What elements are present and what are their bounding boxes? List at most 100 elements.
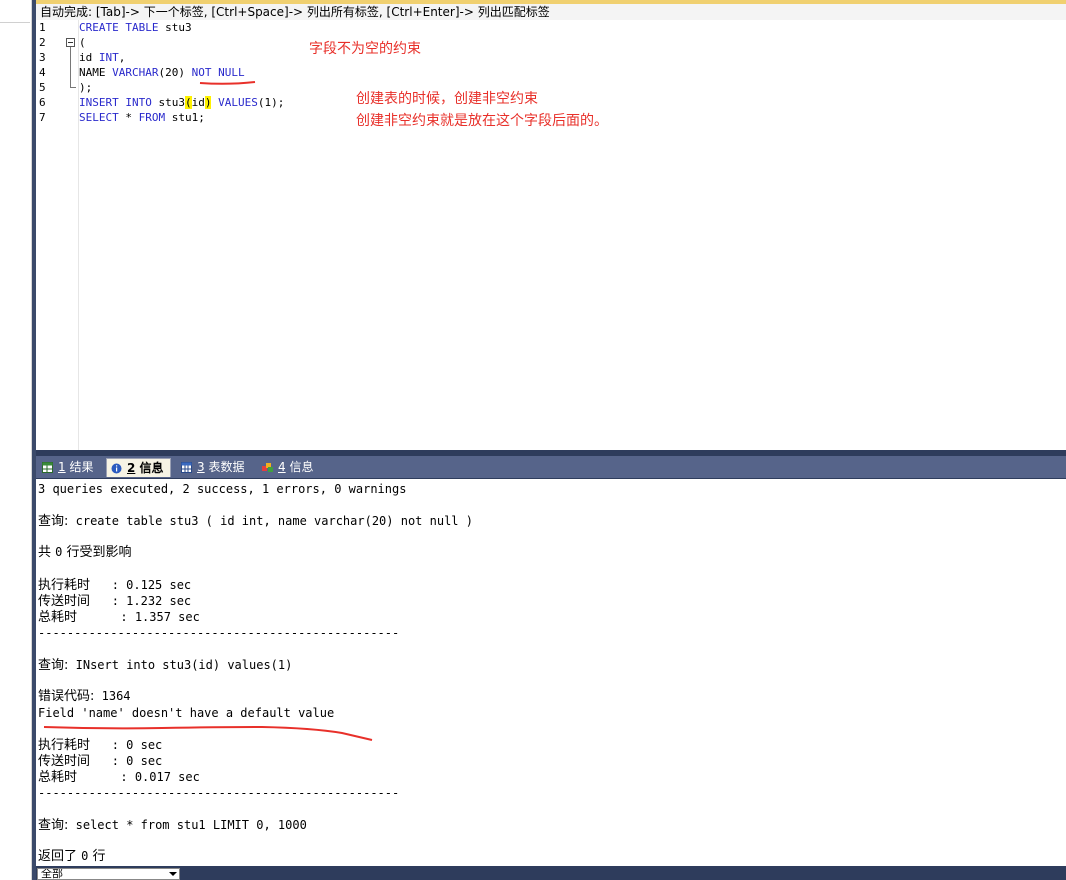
tab-results[interactable]: 1 结果 — [38, 458, 99, 477]
total-time-label: 总耗时 — [38, 610, 78, 625]
annotation-not-null-constraint: 字段不为空的约束 — [309, 41, 421, 57]
tab-label: 表数据 — [208, 460, 245, 474]
divider-line: ----------------------------------------… — [38, 626, 400, 640]
transfer-time-line: 传送时间 : 0 sec — [38, 753, 162, 770]
total-time-value: : 0.017 sec — [77, 770, 200, 784]
tab-table-data[interactable]: 3 表数据 — [177, 458, 250, 477]
divider-line: ----------------------------------------… — [38, 786, 400, 800]
affected-rows-line: 共 0 行受到影响 — [38, 544, 132, 561]
identifier: id — [79, 51, 99, 64]
info-icon — [111, 463, 122, 474]
autocomplete-hint-bar: 自动完成: [Tab]-> 下一个标签, [Ctrl+Space]-> 列出所有… — [36, 4, 1066, 20]
identifier: id — [191, 96, 205, 109]
tab-number: 2 — [127, 461, 136, 475]
info-history-icon — [262, 463, 273, 472]
tab-label: 信息 — [139, 461, 164, 475]
query-2-line: 查询: INsert into stu3(id) values(1) — [38, 657, 292, 674]
annotation-after-field: 创建非空约束就是放在这个字段后面的。 — [356, 113, 608, 129]
grid-results-icon — [42, 462, 53, 473]
exec-time-line: 执行耗时 : 0.125 sec — [38, 577, 191, 594]
error-message-line: Field 'name' doesn't have a default valu… — [38, 706, 335, 720]
chevron-down-icon — [169, 872, 177, 876]
summary-line: 3 queries executed, 2 success, 1 errors,… — [38, 482, 407, 496]
line-number: 1 — [39, 21, 46, 34]
total-time-label: 总耗时 — [38, 770, 78, 785]
code-line-6: INSERT INTO stu3(id) VALUES(1); — [79, 95, 284, 110]
object-browser-field[interactable] — [0, 4, 30, 23]
identifier: NAME — [79, 66, 113, 79]
query-label: 查询: — [38, 658, 69, 673]
query-label: 查询: — [38, 514, 69, 529]
result-tab-bar: 1 结果 2 信息 3 表数据 4 信息 — [36, 456, 1066, 479]
transfer-time-line: 传送时间 : 1.232 sec — [38, 593, 191, 610]
filter-value: 全部 — [41, 868, 63, 880]
fold-collapse-icon[interactable] — [66, 38, 75, 47]
keyword: VALUES — [218, 96, 258, 109]
identifier: stu3 — [158, 21, 192, 34]
code-line-7: SELECT * FROM stu1; — [79, 110, 205, 125]
fold-margin — [64, 20, 78, 450]
punctuation: ); — [79, 81, 93, 94]
message-filter-select[interactable]: 全部 — [37, 868, 180, 880]
tab-label: 结果 — [69, 460, 94, 474]
line-number: 3 — [39, 51, 46, 64]
query-text: INsert into stu3(id) values(1) — [68, 658, 293, 672]
transfer-time-value: : 0 sec — [90, 754, 163, 768]
line-number: 6 — [39, 96, 46, 109]
line-number: 5 — [39, 81, 46, 94]
error-code-value: 1364 — [94, 689, 131, 703]
keyword: SELECT — [79, 111, 119, 124]
status-bar: 全部 — [36, 866, 1066, 880]
query-3-line: 查询: select * from stu1 LIMIT 0, 1000 — [38, 817, 307, 834]
tab-number: 3 — [197, 460, 205, 474]
line-number: 2 — [39, 36, 46, 49]
total-time-value: : 1.357 sec — [77, 610, 200, 624]
line-number: 7 — [39, 111, 46, 124]
total-time-line: 总耗时 : 1.357 sec — [38, 609, 200, 626]
code-line-1: CREATE TABLE stu3 — [79, 20, 192, 35]
identifier: stu3 — [151, 96, 185, 109]
exec-time-value: : 0.125 sec — [90, 578, 192, 592]
query-text: create table stu3 ( id int, name varchar… — [68, 514, 473, 528]
total-time-line: 总耗时 : 0.017 sec — [38, 769, 200, 786]
returned-suffix: 行 — [88, 849, 106, 864]
query-text: select * from stu1 LIMIT 0, 1000 — [68, 818, 307, 832]
tab-number: 4 — [278, 460, 286, 474]
keyword: FROM — [138, 111, 166, 124]
error-code-label: 错误代码: — [38, 689, 95, 704]
returned-prefix: 返回了 — [38, 849, 82, 864]
punctuation: , — [118, 51, 126, 64]
fold-range-end — [70, 87, 76, 88]
transfer-time-label: 传送时间 — [38, 594, 91, 609]
query-1-line: 查询: create table stu3 ( id int, name var… — [38, 513, 473, 530]
tab-info-history[interactable]: 4 信息 — [258, 458, 319, 477]
bracket-match-highlight: ( — [184, 96, 192, 109]
tab-number: 1 — [58, 460, 66, 474]
identifier: * — [118, 111, 139, 124]
keyword: CREATE TABLE — [79, 21, 159, 34]
sql-editor[interactable]: 1 2 3 4 5 6 7 CREATE TABLE stu3 ( id INT… — [36, 20, 1066, 450]
message-output-panel[interactable]: 3 queries executed, 2 success, 1 errors,… — [36, 479, 1066, 866]
transfer-time-label: 传送时间 — [38, 754, 91, 769]
keyword: INT — [98, 51, 119, 64]
affected-prefix: 共 — [38, 545, 56, 560]
exec-time-label: 执行耗时 — [38, 578, 91, 593]
table-data-icon — [181, 462, 192, 473]
line-number-gutter: 1 2 3 4 5 6 7 — [36, 20, 64, 450]
query-label: 查询: — [38, 818, 69, 833]
keyword: INSERT INTO — [79, 96, 152, 109]
exec-time-value: : 0 sec — [90, 738, 163, 752]
exec-time-label: 执行耗时 — [38, 738, 91, 753]
code-line-4: NAME VARCHAR(20) NOT NULL — [79, 65, 245, 80]
exec-time-line: 执行耗时 : 0 sec — [38, 737, 162, 754]
tab-label: 信息 — [289, 460, 314, 474]
affected-suffix: 行受到影响 — [62, 545, 132, 560]
keyword-not-null: NOT NULL — [191, 66, 245, 79]
error-code-line: 错误代码: 1364 — [38, 688, 131, 705]
identifier: stu1; — [165, 111, 205, 124]
fold-range-line — [70, 47, 71, 87]
transfer-time-value: : 1.232 sec — [90, 594, 192, 608]
tab-messages[interactable]: 2 信息 — [106, 458, 171, 477]
code-line-3: id INT, — [79, 50, 125, 65]
line-number: 4 — [39, 66, 46, 79]
